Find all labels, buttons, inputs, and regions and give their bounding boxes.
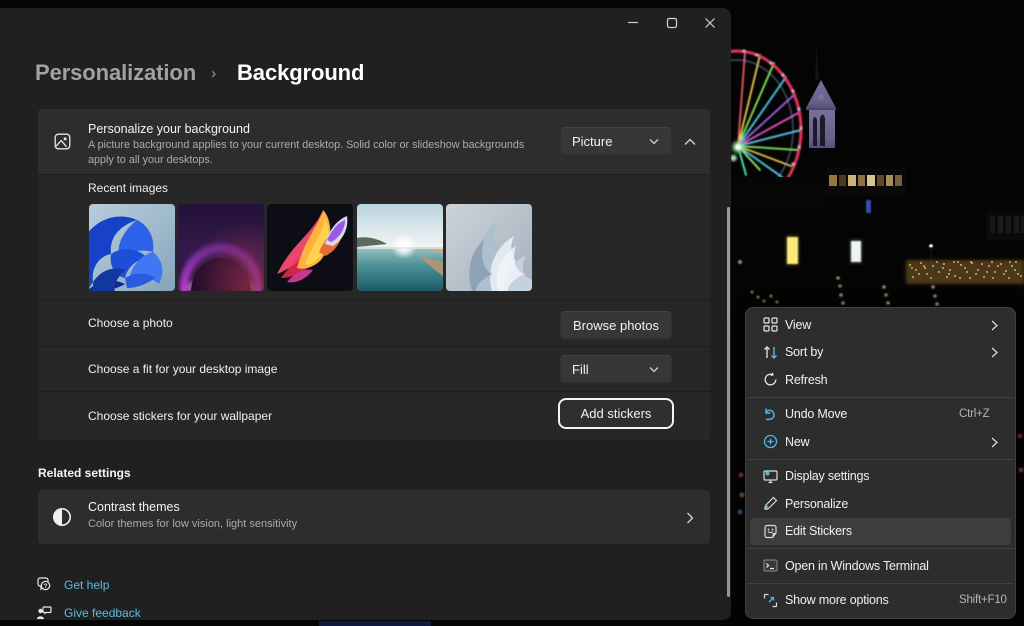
svg-text:?: ? [44, 583, 48, 590]
